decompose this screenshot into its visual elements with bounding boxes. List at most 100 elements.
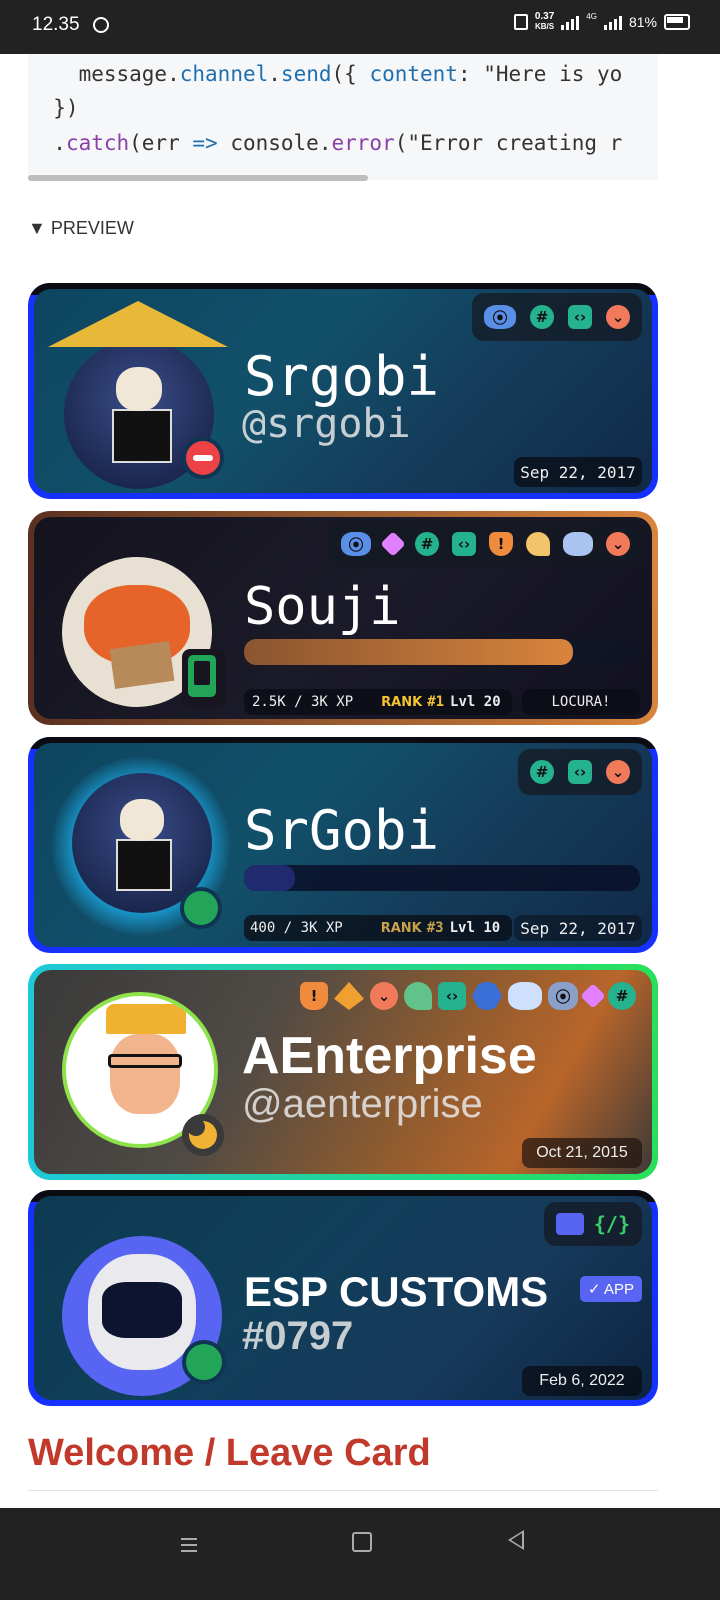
xp-chip: 400 / 3K XP RANK #3 Lvl 10 [244, 915, 512, 941]
battery-percent: 81% [628, 14, 657, 30]
section-title: Welcome / Leave Card [28, 1432, 431, 1474]
join-date: Sep 22, 2017 [514, 915, 642, 941]
card-background: {/} ESP CUSTOMS ✓ APP #0797 Feb 6, 2022 [34, 1196, 652, 1400]
developer-icon [472, 982, 502, 1010]
join-date: Sep 22, 2017 [514, 457, 642, 487]
bughunter-icon [404, 982, 432, 1010]
bughunter-icon [526, 532, 550, 556]
straw-hat-icon [48, 301, 228, 347]
avatar-sign [109, 641, 175, 689]
join-date: Feb 6, 2022 [522, 1366, 642, 1396]
dnd-status-icon [182, 437, 224, 479]
chevrons-icon [334, 982, 364, 1010]
avatar-face [120, 799, 164, 841]
status-indicators: 0.37 KB/S 4G 81% [513, 12, 690, 32]
preview-toggle[interactable]: ▼ PREVIEW [28, 218, 134, 239]
code-icon: ‹› [438, 982, 466, 1010]
xp-progress-fill [244, 865, 296, 891]
rank-value: #1 [427, 694, 445, 710]
nitro-icon [508, 982, 542, 1010]
recent-apps-icon[interactable] [181, 1534, 197, 1556]
shield-icon: ! [489, 532, 513, 556]
xp-text: 400 / 3K XP [250, 920, 343, 936]
home-icon[interactable] [352, 1532, 372, 1552]
shield-icon: ! [300, 982, 328, 1010]
app-badge: ✓ APP [580, 1276, 642, 1302]
profile-card-esp-customs: {/} ESP CUSTOMS ✓ APP #0797 Feb 6, 2022 [28, 1190, 658, 1406]
xp-progress-fill [244, 639, 573, 665]
net-speed: 0.37 KB/S [535, 12, 554, 32]
avatar-face [116, 367, 162, 411]
signal-icon-2 [603, 14, 622, 30]
display-name: Souji [244, 577, 401, 637]
code-scrollbar[interactable] [28, 175, 368, 181]
badge-bar: ⦿ # ‹› ⌄ [472, 293, 642, 341]
card-background: ⦿ # ‹› ⌄ Srgobi @srgobi Sep 22, 2017 [34, 289, 652, 493]
robot-icon [555, 1213, 584, 1235]
rank-label: RANK [380, 920, 422, 936]
nitro-gem-icon [380, 531, 406, 557]
display-name: Srgobi [244, 345, 440, 408]
chevron-icon: ⌄ [606, 760, 630, 784]
chevron-icon: ⌄ [370, 982, 398, 1010]
xp-chip: 2.5K / 3K XP RANK #1 Lvl 20 [244, 689, 512, 715]
network-type: 4G [586, 12, 597, 21]
display-name: ESP CUSTOMS [244, 1268, 549, 1315]
idle-status-bg [182, 1114, 224, 1156]
status-bar: 12.35 0.37 KB/S 4G 81% [0, 0, 720, 54]
slash-commands-icon: {/} [593, 1212, 630, 1236]
card-background: ⦿ # ‹› ! ⌄ Souji 2.5K / 3K XP RANK #1 Lv… [34, 517, 652, 719]
level-value: Lvl 20 [450, 694, 501, 710]
xp-progress-bar [244, 865, 640, 891]
profile-card-srgobi: ⦿ # ‹› ⌄ Srgobi @srgobi Sep 22, 2017 [28, 283, 658, 499]
signal-icon [561, 14, 580, 30]
nitro-icon [563, 532, 593, 556]
battery-icon [664, 14, 690, 30]
rank-value: #3 [426, 920, 444, 936]
display-name: AEnterprise [242, 1027, 537, 1085]
username: @aenterprise [242, 1082, 483, 1126]
profile-card-aenterprise: ! ⌄ ‹› ⦿ # AEnterprise @aenterprise Oct … [28, 964, 658, 1180]
join-date: Oct 21, 2015 [522, 1138, 642, 1168]
rank-label: RANK [381, 694, 423, 710]
online-status-icon [182, 1340, 226, 1384]
hypesquad-icon: ⦿ [341, 532, 371, 556]
net-speed-value: 0.37 [534, 11, 555, 22]
channel-icon: # [530, 760, 554, 784]
code-line: }) [28, 96, 79, 120]
discriminator: #0797 [242, 1314, 354, 1358]
mobile-status-bg [182, 649, 226, 707]
avatar-glasses [108, 1054, 182, 1068]
code-icon: ‹› [568, 305, 592, 329]
avatar-face [110, 1034, 180, 1114]
code-icon: ‹› [568, 760, 592, 784]
channel-icon: # [415, 532, 439, 556]
badge-bar: # ‹› ⌄ [518, 749, 642, 795]
code-line: message.channel.send({ content: "Here is… [78, 62, 623, 86]
avatar-hardhat [106, 1004, 186, 1034]
avatar-visor [102, 1282, 182, 1338]
chevron-icon: ⌄ [606, 305, 630, 329]
display-name: SrGobi [244, 799, 440, 862]
nitro-gem-icon [580, 983, 606, 1009]
channel-icon: # [530, 305, 554, 329]
xp-text: 2.5K / 3K XP [252, 694, 354, 710]
hypesquad-icon: ⦿ [548, 982, 578, 1010]
status-time: 12.35 [32, 14, 80, 35]
avatar-shirt [112, 409, 172, 463]
card-background: ! ⌄ ‹› ⦿ # AEnterprise @aenterprise Oct … [34, 970, 652, 1174]
profile-card-srgobi-rank: # ‹› ⌄ SrGobi 400 / 3K XP RANK #3 Lvl 10… [28, 737, 658, 953]
back-icon[interactable] [508, 1530, 524, 1550]
avatar-shirt [116, 839, 172, 891]
code-line: .catch(err => console.error("Error creat… [28, 131, 623, 155]
nav-bar [0, 1508, 720, 1600]
level-value: Lvl 10 [449, 920, 501, 936]
whatsapp-icon [93, 17, 109, 33]
online-status-icon [180, 887, 222, 929]
vibrate-icon [513, 14, 528, 30]
channel-icon: # [608, 982, 636, 1010]
tag-chip: LOCURA! [522, 689, 640, 715]
badge-bar: {/} [543, 1202, 642, 1246]
code-block[interactable]: message.channel.send({ content: "Here is… [28, 54, 658, 180]
net-speed-unit: KB/S [535, 22, 555, 31]
